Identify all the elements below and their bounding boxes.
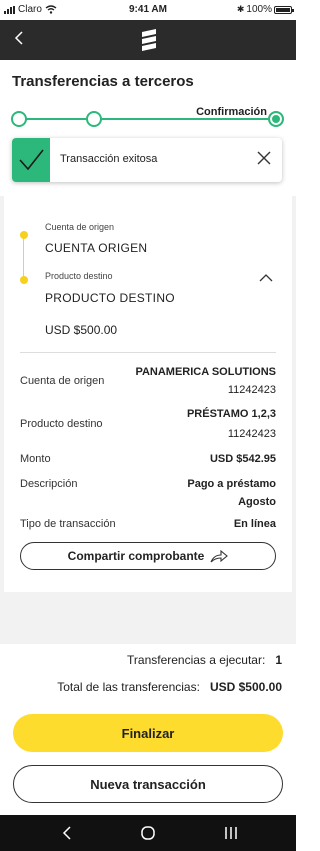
home-icon[interactable] <box>139 824 157 842</box>
system-nav-bar <box>0 815 296 851</box>
transfer-amount: USD $500.00 <box>45 323 118 337</box>
success-toast: Transacción exitosa <box>12 138 282 182</box>
close-icon <box>257 151 271 165</box>
summary-total-value: USD $500.00 <box>209 680 282 694</box>
summary-transfers-value: 1 <box>275 653 282 667</box>
share-receipt-label: Compartir comprobante <box>67 549 205 563</box>
app-bar <box>0 20 296 60</box>
stepper-line <box>19 118 275 120</box>
progress-stepper: Confirmación <box>0 100 296 140</box>
origin-dot <box>20 231 28 239</box>
detail-label-transaction-type: Tipo de transacción <box>20 518 116 530</box>
summary-transfers: Transferencias a ejecutar: 1 <box>127 653 282 667</box>
new-transaction-button[interactable]: Nueva transacción <box>13 765 283 803</box>
detail-value-origin-name: PANAMERICA SOLUTIONS <box>135 366 276 378</box>
destination-dot <box>20 276 28 284</box>
step-2 <box>86 111 102 127</box>
chevron-up-icon[interactable] <box>258 273 274 283</box>
page-title: Transferencias a terceros <box>12 73 194 90</box>
detail-value-destination-name: PRÉSTAMO 1,2,3 <box>186 408 276 420</box>
detail-value-origin-number: 11242423 <box>227 384 276 396</box>
detail-value-amount: USD $542.95 <box>209 453 276 465</box>
checkmark-icon <box>19 149 44 171</box>
bluetooth-icon: ✱ <box>236 4 245 14</box>
detail-label-origin: Cuenta de origen <box>20 375 105 387</box>
back-button[interactable] <box>14 28 24 52</box>
summary-total: Total de las transferencias: USD $500.00 <box>57 680 282 694</box>
detail-value-description: Pago a préstamo <box>187 478 276 490</box>
detail-value-transaction-type: En línea <box>233 518 276 530</box>
battery-percent: 100% <box>246 4 272 15</box>
detail-label-destination: Producto destino <box>20 418 103 430</box>
detail-label-amount: Monto <box>20 453 51 465</box>
bank-logo-icon <box>142 29 156 51</box>
toast-message: Transacción exitosa <box>60 153 158 165</box>
detail-label-description: Descripción <box>20 478 78 490</box>
summary-total-label: Total de las transferencias: <box>57 680 200 694</box>
summary-transfers-label: Transferencias a ejecutar: <box>127 653 266 667</box>
chevron-left-icon <box>14 31 23 45</box>
toast-close-button[interactable] <box>254 148 274 168</box>
timeline-connector <box>23 234 24 280</box>
step-1 <box>11 111 27 127</box>
status-right: ✱ 100% <box>236 4 294 15</box>
recent-apps-icon[interactable] <box>222 824 240 842</box>
step-3 <box>268 111 284 127</box>
origin-value: CUENTA ORIGEN <box>45 241 148 255</box>
finish-button[interactable]: Finalizar <box>13 714 283 752</box>
step-label-confirmation: Confirmación <box>196 106 267 118</box>
destination-value: PRODUCTO DESTINO <box>45 291 175 305</box>
destination-label: Producto destino <box>45 271 113 281</box>
back-icon[interactable] <box>58 824 76 842</box>
share-receipt-button[interactable]: Compartir comprobante <box>20 542 276 570</box>
origin-label: Cuenta de origen <box>45 222 115 232</box>
detail-value-destination-number: 11242423 <box>227 428 276 440</box>
divider <box>20 352 276 353</box>
detail-value-description-month: Agosto <box>238 496 276 508</box>
share-icon <box>210 549 229 563</box>
toast-check-area <box>12 138 50 182</box>
status-bar: Claro 9:41 AM ✱ 100% <box>0 0 296 20</box>
battery-icon <box>274 5 294 14</box>
